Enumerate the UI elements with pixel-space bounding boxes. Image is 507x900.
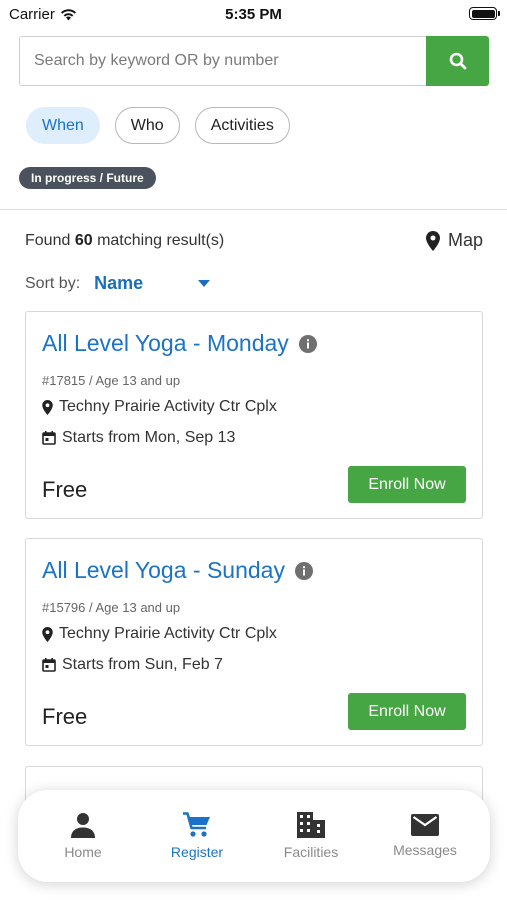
results-number: 60 (74, 232, 93, 249)
building-icon (297, 812, 325, 838)
battery-icon (469, 7, 500, 20)
status-bar: Carrier 5:35 PM (0, 0, 507, 30)
activity-price: Free (42, 477, 88, 502)
results-count: Found 60 matching result(s) (25, 232, 224, 250)
filter-chip-when[interactable]: When (26, 107, 100, 144)
search-icon (449, 52, 466, 70)
info-icon[interactable] (294, 561, 313, 580)
calendar-icon (42, 658, 56, 672)
caret-down-icon[interactable] (198, 280, 211, 287)
activity-location: Techny Prairie Activity Ctr Cplx (42, 625, 277, 643)
map-button[interactable]: Map (425, 230, 483, 251)
mail-icon (411, 814, 439, 836)
tab-home[interactable]: Home (33, 812, 133, 860)
sort-select[interactable]: Name (94, 273, 194, 294)
start-text: Starts from Sun, Feb 7 (62, 656, 223, 673)
calendar-icon (42, 431, 56, 445)
tab-label: Facilities (283, 844, 339, 860)
tab-facilities[interactable]: Facilities (261, 812, 361, 860)
search-button[interactable] (426, 36, 489, 86)
map-label: Map (447, 230, 483, 250)
map-pin-icon (425, 230, 440, 251)
clock: 5:35 PM (225, 6, 282, 23)
location-text: Techny Prairie Activity Ctr Cplx (59, 398, 277, 415)
location-pin-icon (42, 626, 53, 642)
activity-card[interactable]: All Level Yoga - Sunday #15796 / Age 13 … (25, 538, 483, 746)
activity-location: Techny Prairie Activity Ctr Cplx (42, 398, 277, 416)
activity-start: Starts from Mon, Sep 13 (42, 429, 235, 447)
location-pin-icon (42, 399, 53, 415)
activity-title-row: All Level Yoga - Monday (42, 330, 317, 357)
start-text: Starts from Mon, Sep 13 (62, 429, 236, 446)
search-input[interactable] (19, 36, 426, 86)
location-text: Techny Prairie Activity Ctr Cplx (59, 625, 277, 642)
tab-register[interactable]: Register (147, 812, 247, 860)
activity-meta: #17815 / Age 13 and up (42, 373, 181, 388)
activity-start: Starts from Sun, Feb 7 (42, 656, 223, 674)
sort-control: Sort by: Name (25, 273, 211, 294)
activity-price: Free (42, 704, 88, 729)
activity-card[interactable]: All Level Yoga - Monday #17815 / Age 13 … (25, 311, 483, 519)
info-icon[interactable] (298, 334, 317, 353)
activity-meta: #15796 / Age 13 and up (42, 600, 181, 615)
bottom-tab-bar: Home Register Facilities Messages (18, 790, 490, 882)
person-icon (71, 813, 95, 838)
divider (0, 209, 507, 210)
tab-messages[interactable]: Messages (375, 814, 475, 858)
tab-label: Messages (393, 842, 457, 858)
tab-label: Home (64, 844, 102, 860)
filter-chip-who[interactable]: Who (114, 107, 180, 144)
results-suffix: matching result(s) (97, 232, 225, 249)
filter-chip-activities[interactable]: Activities (194, 107, 290, 144)
enroll-button[interactable]: Enroll Now (348, 693, 466, 730)
results-prefix: Found (25, 232, 71, 249)
sort-label: Sort by: (25, 274, 81, 292)
status-badge[interactable]: In progress / Future (19, 167, 156, 189)
activity-title[interactable]: All Level Yoga - Monday (42, 330, 289, 357)
cart-icon (183, 812, 210, 837)
search-bar (19, 36, 489, 86)
enroll-button[interactable]: Enroll Now (348, 466, 466, 503)
activity-title-row: All Level Yoga - Sunday (42, 557, 313, 584)
tab-label: Register (170, 844, 224, 860)
filter-chips: When Who Activities (26, 107, 290, 144)
activity-title[interactable]: All Level Yoga - Sunday (42, 557, 285, 584)
